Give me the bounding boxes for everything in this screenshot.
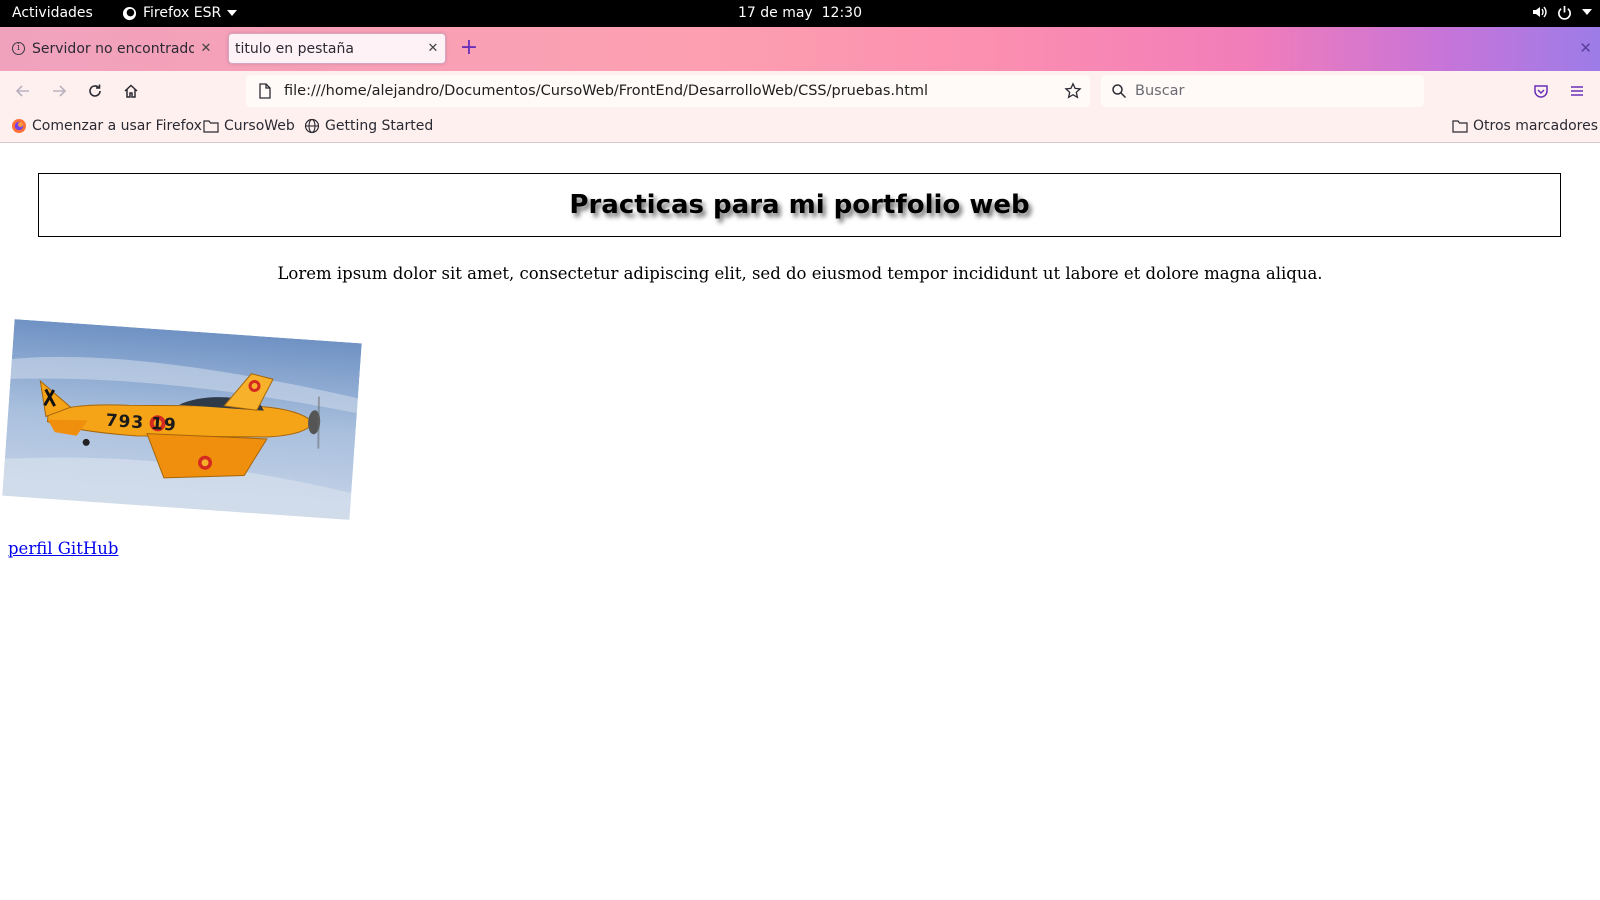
menu-button[interactable] (1566, 80, 1588, 102)
bookmark-label: Getting Started (325, 118, 434, 134)
intro-paragraph: Lorem ipsum dolor sit amet, consectetur … (277, 264, 1323, 283)
search-bar[interactable] (1101, 75, 1424, 107)
bookmark-label: CursoWeb (224, 118, 295, 134)
clock-time: 12:30 (821, 5, 862, 21)
bookmark-label: Otros marcadores (1473, 118, 1599, 134)
bookmark-cursoweb[interactable]: CursoWeb (203, 118, 295, 134)
pocket-button[interactable] (1530, 80, 1552, 102)
power-icon (1558, 5, 1571, 20)
hamburger-menu-icon (1571, 86, 1583, 96)
system-top-bar: Actividades Firefox ESR 17 de may 12:30 (0, 0, 1600, 27)
info-icon: i (12, 42, 25, 55)
close-window-icon[interactable]: ✕ (1579, 39, 1592, 57)
app-menu[interactable]: Firefox ESR (122, 5, 238, 21)
search-icon (1112, 84, 1127, 99)
search-input[interactable] (1135, 83, 1405, 99)
firefox-icon (12, 119, 26, 133)
clock-date: 17 de may (738, 5, 813, 21)
page-title: Practicas para mi portfolio web (569, 190, 1030, 220)
reload-icon (89, 84, 101, 97)
page-icon (259, 83, 271, 99)
page-header-box: Practicas para mi portfolio web (38, 173, 1561, 237)
web-page-content: Practicas para mi portfolio web Lorem ip… (0, 143, 1600, 900)
airplane-image: 793 19 (2, 319, 362, 520)
close-tab-icon[interactable]: ✕ (421, 41, 445, 56)
bookmark-getting-started-firefox[interactable]: Comenzar a usar Firefox (11, 118, 202, 134)
system-menu[interactable] (1531, 4, 1592, 20)
tab-strip: i Servidor no encontrado ✕ titulo en pes… (0, 27, 1600, 71)
folder-icon (1452, 120, 1468, 133)
reload-button[interactable] (84, 80, 106, 102)
url-text[interactable]: file:///home/alejandro/Documentos/CursoW… (284, 83, 1064, 99)
tab-label: Servidor no encontrado (32, 40, 194, 57)
folder-icon (203, 120, 219, 133)
bookmark-getting-started[interactable]: Getting Started (304, 118, 433, 134)
forward-arrow-icon (53, 85, 67, 97)
app-name: Firefox ESR (143, 5, 222, 21)
tab-label: titulo en pestaña (235, 40, 354, 57)
chevron-down-icon (1582, 9, 1592, 15)
bookmark-label: Comenzar a usar Firefox (32, 118, 202, 134)
bookmark-other-bookmarks[interactable]: Otros marcadores (1452, 118, 1598, 134)
navigation-toolbar: file:///home/alejandro/Documentos/CursoW… (0, 71, 1600, 111)
bookmarks-toolbar: Comenzar a usar Firefox CursoWeb Getting… (0, 111, 1600, 143)
bookmark-star-icon[interactable] (1064, 82, 1082, 100)
close-tab-icon[interactable]: ✕ (194, 41, 218, 56)
tab-active[interactable]: titulo en pestaña ✕ (228, 33, 446, 64)
tab-server-not-found[interactable]: i Servidor no encontrado ✕ (4, 33, 218, 64)
github-profile-link[interactable]: perfil GitHub (8, 539, 118, 558)
url-bar[interactable]: file:///home/alejandro/Documentos/CursoW… (246, 75, 1090, 107)
home-icon (124, 84, 138, 98)
back-arrow-icon (15, 85, 29, 97)
new-tab-button[interactable]: + (458, 37, 480, 60)
chevron-down-icon (227, 10, 238, 16)
forward-button[interactable] (48, 80, 70, 102)
back-button[interactable] (12, 80, 34, 102)
home-button[interactable] (120, 80, 142, 102)
activities-button[interactable]: Actividades (12, 5, 93, 21)
clock[interactable]: 17 de may 12:30 (0, 5, 1600, 21)
globe-icon (304, 118, 320, 134)
pocket-icon (1534, 85, 1548, 98)
firefox-icon (122, 6, 137, 20)
volume-icon (1533, 6, 1547, 18)
